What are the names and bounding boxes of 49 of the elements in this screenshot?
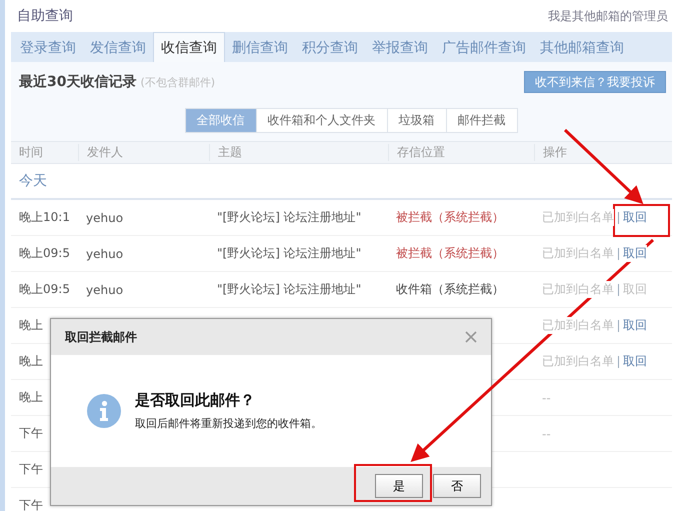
subject-cell-text: "[野火论坛] 论坛注册地址"	[216, 209, 362, 226]
no-button[interactable]: 否	[433, 474, 481, 498]
tab[interactable]: 积分查询	[295, 34, 365, 62]
tab[interactable]: 登录查询	[13, 34, 83, 62]
column-header: 存信位置	[388, 144, 534, 161]
section-title: 最近30天收信记录	[19, 74, 136, 90]
complain-button[interactable]: 收不到来信？我要投诉	[524, 71, 666, 93]
time-cell-text: 晚上09:5	[18, 281, 71, 298]
time-cell-text: 下午	[18, 461, 44, 478]
action-link[interactable]: 取回	[623, 245, 647, 262]
dialog-question: 是否取回此邮件？	[135, 391, 256, 410]
page-title: 自助查询	[17, 7, 73, 25]
column-header: 操作	[534, 144, 672, 161]
tab[interactable]: 广告邮件查询	[435, 34, 533, 62]
tab[interactable]: 发信查询	[83, 34, 153, 62]
time-cell-text: 晚上09:5	[18, 245, 71, 262]
tab[interactable]: 其他邮箱查询	[533, 34, 631, 62]
subject-cell-text: "[野火论坛] 论坛注册地址"	[216, 245, 362, 262]
highlight-box	[613, 204, 670, 237]
yes-button[interactable]: 是	[375, 474, 423, 498]
filter-tab[interactable]: 全部收信	[184, 108, 256, 133]
dialog-title: 取回拦截邮件	[65, 328, 137, 346]
filter-tab[interactable]: 收件箱和个人文件夹	[256, 108, 388, 133]
filter-tab[interactable]: 垃圾箱	[386, 108, 446, 133]
time-cell-text: 晚上	[18, 317, 44, 334]
subject-cell-text: "[野火论坛] 论坛注册地址"	[216, 281, 362, 298]
time-cell-text: 下午	[18, 497, 44, 511]
time-cell-text: 晚上10:1	[18, 209, 71, 226]
column-header: 发件人	[78, 144, 209, 161]
admin-link[interactable]: 我是其他邮箱的管理员	[548, 8, 668, 24]
location-cell-text: 被拦截（系统拦截）	[395, 209, 505, 226]
location-cell-text: 被拦截（系统拦截）	[395, 245, 505, 262]
info-icon	[87, 394, 121, 428]
filter-tab[interactable]: 邮件拦截	[446, 108, 518, 133]
sender-cell-text: yehuo	[85, 210, 124, 224]
column-header: 主题	[209, 144, 388, 161]
time-cell-text: 下午	[18, 425, 44, 442]
time-cell-text: 晚上	[18, 389, 44, 406]
tab[interactable]: 收信查询	[153, 32, 225, 62]
sender-cell-text: yehuo	[85, 246, 124, 260]
sender-cell-text: yehuo	[85, 282, 124, 296]
tab[interactable]: 举报查询	[365, 34, 435, 62]
dialog-detail: 取回后邮件将重新投递到您的收件箱。	[135, 416, 322, 431]
section-note: (不包含群邮件)	[140, 76, 216, 89]
location-cell-text: 收件箱（系统拦截）	[395, 281, 505, 298]
column-header: 时间	[18, 144, 44, 161]
tab[interactable]: 删信查询	[225, 34, 295, 62]
close-icon[interactable]	[465, 331, 477, 343]
time-cell-text: 晚上	[18, 353, 44, 370]
